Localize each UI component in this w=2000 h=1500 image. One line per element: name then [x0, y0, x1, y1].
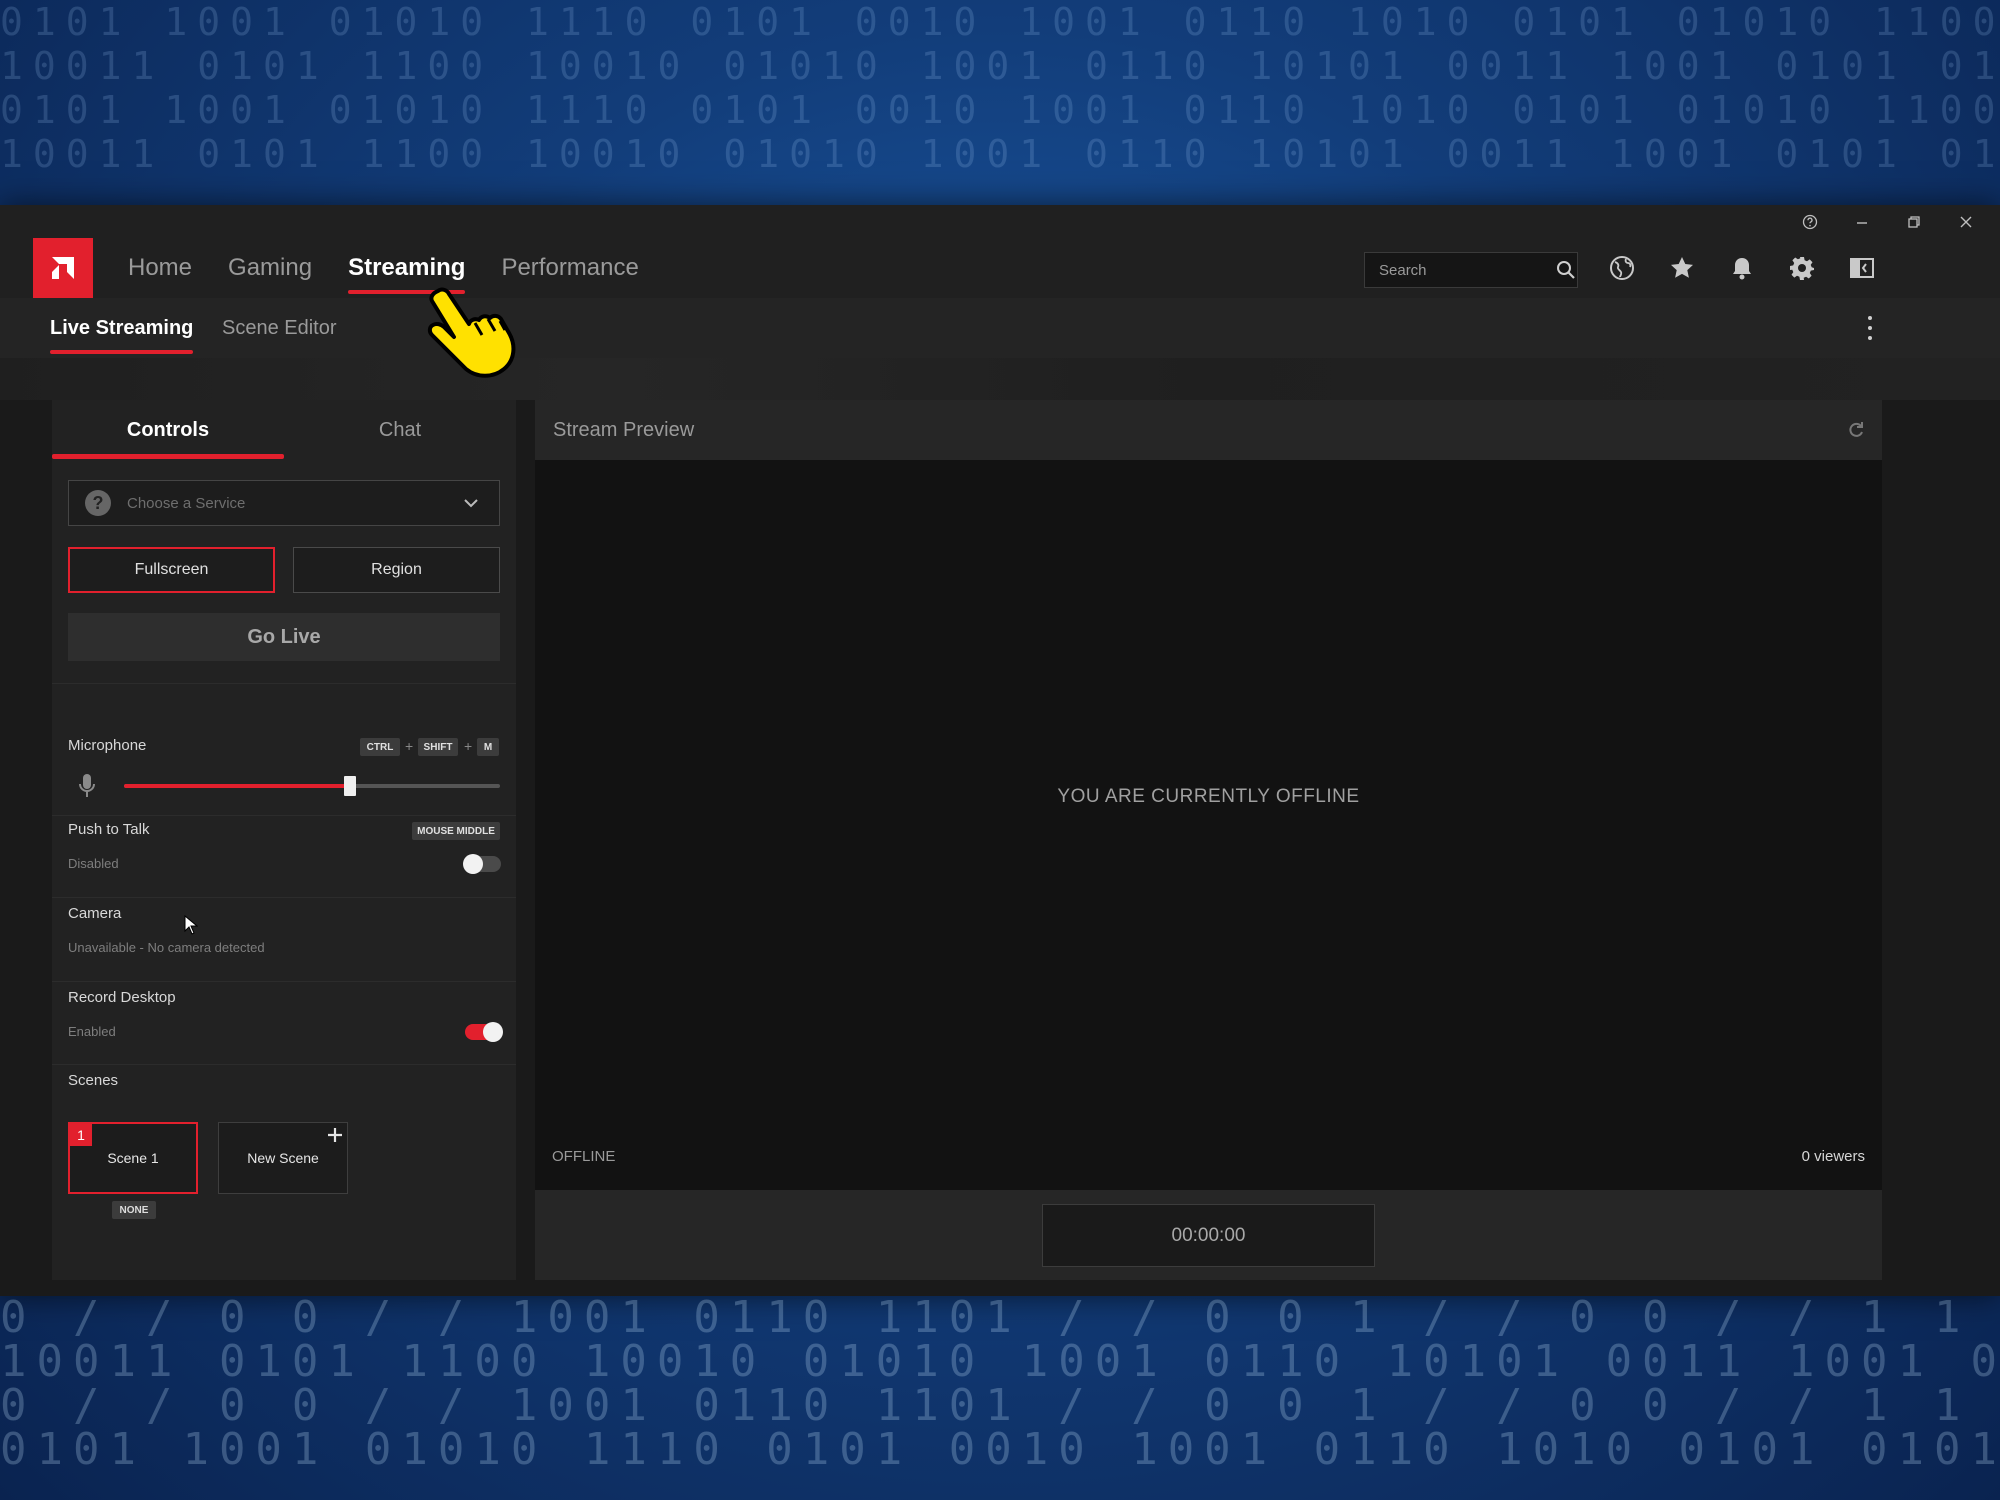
- tab-controls[interactable]: Controls: [52, 400, 284, 460]
- camera-status: Unavailable - No camera detected: [68, 940, 265, 955]
- toggle-knob: [463, 854, 483, 874]
- push-to-talk-status: Disabled: [68, 856, 119, 871]
- help-icon[interactable]: [1784, 205, 1836, 238]
- main-content: Controls Chat ? Choose a Service Fullscr…: [0, 358, 2000, 1296]
- globe-icon[interactable]: [1606, 252, 1638, 284]
- microphone-icon[interactable]: [77, 773, 97, 799]
- search-box: [1364, 252, 1578, 288]
- app-window: Home Gaming Streaming Performance Search…: [0, 205, 2000, 1296]
- plus-separator: +: [405, 738, 414, 754]
- preview-screen: YOU ARE CURRENTLY OFFLINE OFFLINE 0 view…: [535, 460, 1882, 1190]
- tab-live-streaming[interactable]: Live Streaming: [50, 298, 194, 358]
- new-scene-label: New Scene: [247, 1150, 319, 1166]
- tab-scene-editor[interactable]: Scene Editor: [222, 298, 337, 358]
- scene-name: Scene 1: [107, 1150, 159, 1166]
- close-icon[interactable]: [1940, 205, 1992, 238]
- search-icon[interactable]: [1555, 259, 1577, 281]
- toggle-knob: [483, 1022, 503, 1042]
- preview-header: Stream Preview: [535, 400, 1882, 460]
- scene-card[interactable]: 1 Scene 1: [68, 1122, 198, 1194]
- minimize-icon[interactable]: [1836, 205, 1888, 238]
- sub-navigation: Live Streaming Scene Editor: [0, 298, 2000, 358]
- preview-title: Stream Preview: [553, 419, 695, 441]
- window-controls: [1784, 205, 1992, 238]
- divider: [52, 815, 516, 816]
- divider: [52, 1064, 516, 1065]
- service-select[interactable]: ? Choose a Service: [68, 480, 500, 526]
- plus-separator: +: [464, 738, 473, 754]
- title-bar: [0, 205, 2000, 238]
- offline-message: YOU ARE CURRENTLY OFFLINE: [1057, 786, 1360, 807]
- slider-thumb[interactable]: [343, 776, 356, 796]
- digits-line: 0101 1001 01010 1110 0101 0010 1001 0110…: [0, 88, 2000, 132]
- tab-gaming[interactable]: Gaming: [210, 238, 330, 298]
- viewer-count: 0 viewers: [1801, 1148, 1865, 1165]
- controls-panel: Controls Chat ? Choose a Service Fullscr…: [52, 400, 516, 1280]
- tab-chat[interactable]: Chat: [284, 400, 516, 460]
- top-navigation: Home Gaming Streaming Performance: [0, 238, 2000, 298]
- bell-icon[interactable]: [1726, 252, 1758, 284]
- service-select-label: Choose a Service: [127, 494, 246, 512]
- gear-icon[interactable]: [1786, 252, 1818, 284]
- search-input[interactable]: [1365, 260, 1551, 280]
- record-desktop-toggle[interactable]: [465, 1022, 503, 1042]
- sidebar-toggle-icon[interactable]: [1846, 252, 1878, 284]
- scene-number-badge: 1: [70, 1124, 92, 1146]
- shortcut-key: CTRL: [360, 738, 400, 756]
- more-options-icon[interactable]: [1865, 316, 1875, 340]
- stream-timer: 00:00:00: [1042, 1204, 1375, 1267]
- background-digits-bottom: 0 / / 0 0 / / 1001 0110 1101 / / 0 0 1 /…: [0, 1296, 2000, 1500]
- camera-label: Camera: [68, 905, 122, 922]
- main-tabs: Home Gaming Streaming Performance: [110, 238, 657, 298]
- digits-line: 10011 0101 1100 10010 01010 1001 0110 10…: [0, 44, 2000, 88]
- star-icon[interactable]: [1666, 252, 1698, 284]
- tab-home[interactable]: Home: [110, 238, 210, 298]
- divider: [52, 683, 516, 684]
- shortcut-key: SHIFT: [418, 738, 458, 756]
- stream-preview-panel: Stream Preview YOU ARE CURRENTLY OFFLINE…: [535, 400, 1882, 1280]
- microphone-volume-slider[interactable]: [124, 776, 500, 796]
- mouse-pointer-icon: [184, 915, 198, 935]
- shortcut-key: M: [477, 738, 499, 756]
- shortcut-key: MOUSE MIDDLE: [412, 822, 500, 840]
- background-strip: [0, 358, 2000, 400]
- new-scene-button[interactable]: New Scene: [218, 1122, 348, 1194]
- record-desktop-label: Record Desktop: [68, 989, 176, 1006]
- divider: [52, 981, 516, 982]
- slider-fill: [124, 784, 350, 788]
- plus-icon: [328, 1128, 342, 1142]
- pointing-hand-cursor-icon: [427, 287, 516, 378]
- digits-line: 10011 0101 1100 10010 01010 1001 0110 10…: [0, 1336, 2000, 1387]
- go-live-button[interactable]: Go Live: [68, 613, 500, 661]
- scene-hotkey-badge: NONE: [112, 1201, 156, 1219]
- background-digits-top: 0101 1001 01010 1110 0101 0010 1001 0110…: [0, 0, 2000, 205]
- active-tab-indicator: [52, 454, 284, 459]
- fullscreen-button[interactable]: Fullscreen: [68, 547, 275, 593]
- digits-line: 0 / / 0 0 / / 1001 0110 1101 / / 0 0 1 /…: [0, 1380, 2000, 1431]
- scenes-label: Scenes: [68, 1072, 119, 1089]
- amd-logo-icon[interactable]: [33, 238, 93, 298]
- microphone-label: Microphone: [68, 737, 147, 754]
- digits-line: 0101 1001 01010 1110 0101 0010 1001 0110…: [0, 1424, 2000, 1475]
- digits-line: 10011 0101 1100 10010 01010 1001 0110 10…: [0, 132, 2000, 176]
- region-button[interactable]: Region: [293, 547, 500, 593]
- digits-line: 0 / / 0 0 / / 1001 0110 1101 / / 0 0 1 /…: [0, 1296, 2000, 1343]
- push-to-talk-toggle[interactable]: [463, 854, 501, 874]
- record-desktop-status: Enabled: [68, 1024, 116, 1039]
- refresh-icon[interactable]: [1846, 420, 1866, 440]
- stream-status-label: OFFLINE: [552, 1148, 616, 1165]
- chevron-down-icon: [464, 499, 478, 508]
- restore-icon[interactable]: [1888, 205, 1940, 238]
- nav-icon-group: [1606, 238, 1878, 298]
- question-icon: ?: [85, 490, 111, 516]
- divider: [52, 897, 516, 898]
- push-to-talk-label: Push to Talk: [68, 821, 150, 838]
- digits-line: 0101 1001 01010 1110 0101 0010 1001 0110…: [0, 0, 2000, 44]
